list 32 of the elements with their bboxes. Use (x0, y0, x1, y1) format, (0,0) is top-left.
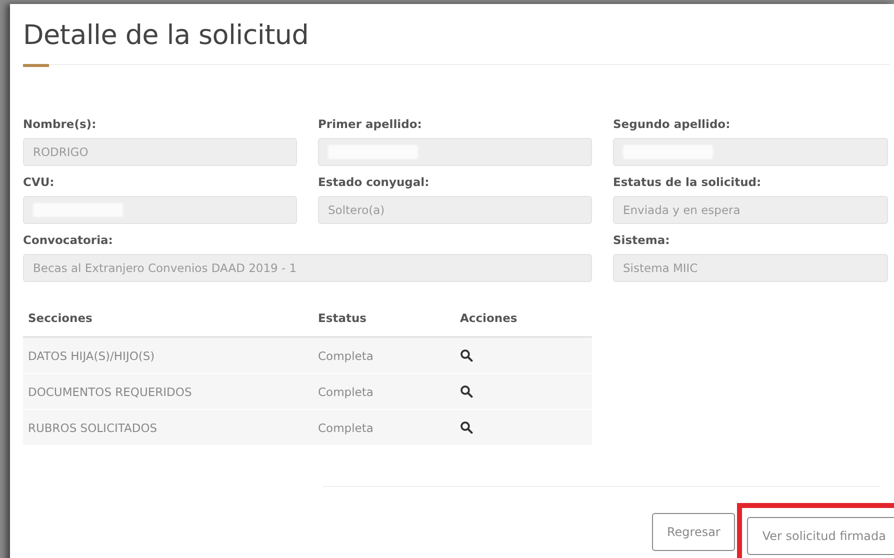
field-label: Segundo apellido: (613, 117, 732, 132)
field-label: Estatus de la solicitud: (613, 175, 762, 190)
search-icon[interactable] (460, 421, 473, 434)
table-cell-text: Completa (318, 348, 374, 362)
input-field[interactable] (318, 138, 592, 166)
input-field[interactable]: RODRIGO (23, 138, 297, 166)
field-label: Nombre(s): (23, 117, 98, 132)
input-field[interactable]: Enviada y en espera (613, 196, 888, 224)
action-button[interactable]: Ver solicitud firmada (747, 517, 894, 555)
field-label: Estado conyugal: (318, 175, 430, 190)
field-label: Convocatoria: (23, 233, 114, 248)
input-field[interactable]: Becas al Extranjero Convenios DAAD 2019 - 1 (23, 254, 592, 282)
column-header: Secciones (27, 311, 94, 325)
page-title: Detalle de la solicitud (23, 19, 310, 53)
title-accent (23, 64, 49, 67)
table-cell-text: Completa (318, 384, 374, 398)
column-header: Estatus (318, 311, 368, 325)
table-cell-text: DATOS HIJA(S)/HIJO(S) (27, 348, 156, 362)
table-cell-text: Completa (318, 420, 374, 434)
input-field[interactable] (613, 138, 888, 166)
input-field[interactable] (23, 196, 297, 224)
table-cell-text: RUBROS SOLICITADOS (27, 420, 158, 434)
search-icon[interactable] (460, 385, 473, 398)
input-field[interactable]: Soltero(a) (318, 196, 592, 224)
table-cell-text: DOCUMENTOS REQUERIDOS (27, 384, 193, 398)
input-field[interactable]: Sistema MIIC (613, 254, 888, 282)
column-header: Acciones (460, 311, 518, 325)
field-label: Primer apellido: (318, 117, 423, 132)
action-button[interactable]: Regresar (652, 512, 736, 550)
field-label: CVU: (23, 175, 56, 190)
field-label: Sistema: (613, 233, 671, 248)
search-icon[interactable] (460, 349, 473, 362)
